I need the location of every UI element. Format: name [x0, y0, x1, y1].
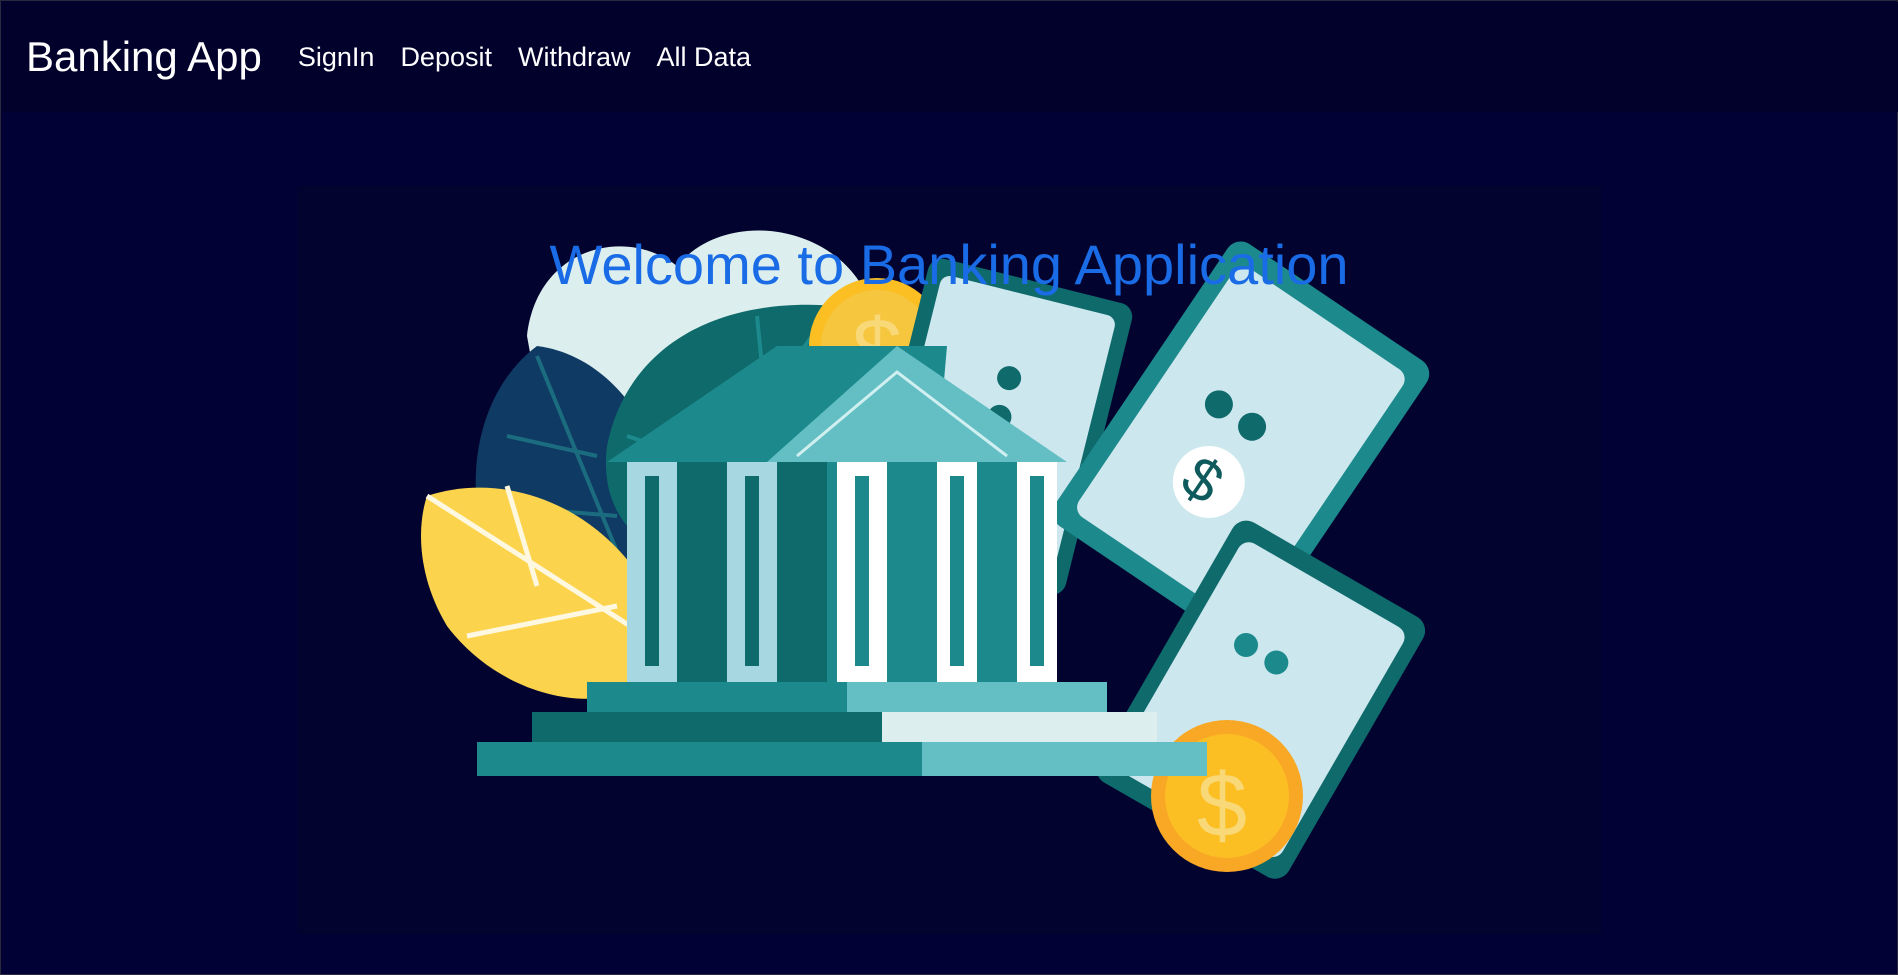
nav-link-withdraw[interactable]: Withdraw [518, 42, 631, 73]
bank-step-middle-shape [532, 712, 882, 742]
bank-illustration-icon: $ $ [421, 230, 1430, 879]
nav-link-deposit[interactable]: Deposit [400, 42, 492, 73]
hero-card: Welcome to Banking Application $ $ [297, 186, 1601, 934]
nav-link-signin[interactable]: SignIn [298, 42, 375, 73]
welcome-title: Welcome to Banking Application [549, 233, 1349, 296]
navbar: Banking App SignIn Deposit Withdraw All … [2, 2, 1898, 112]
nav-link-all-data[interactable]: All Data [657, 42, 752, 73]
nav-links: SignIn Deposit Withdraw All Data [298, 42, 751, 73]
app-window: Banking App SignIn Deposit Withdraw All … [0, 0, 1898, 975]
brand-link[interactable]: Banking App [26, 33, 262, 81]
bank-step-top-shape [587, 682, 847, 712]
bank-step-bottom-shape [477, 742, 922, 776]
